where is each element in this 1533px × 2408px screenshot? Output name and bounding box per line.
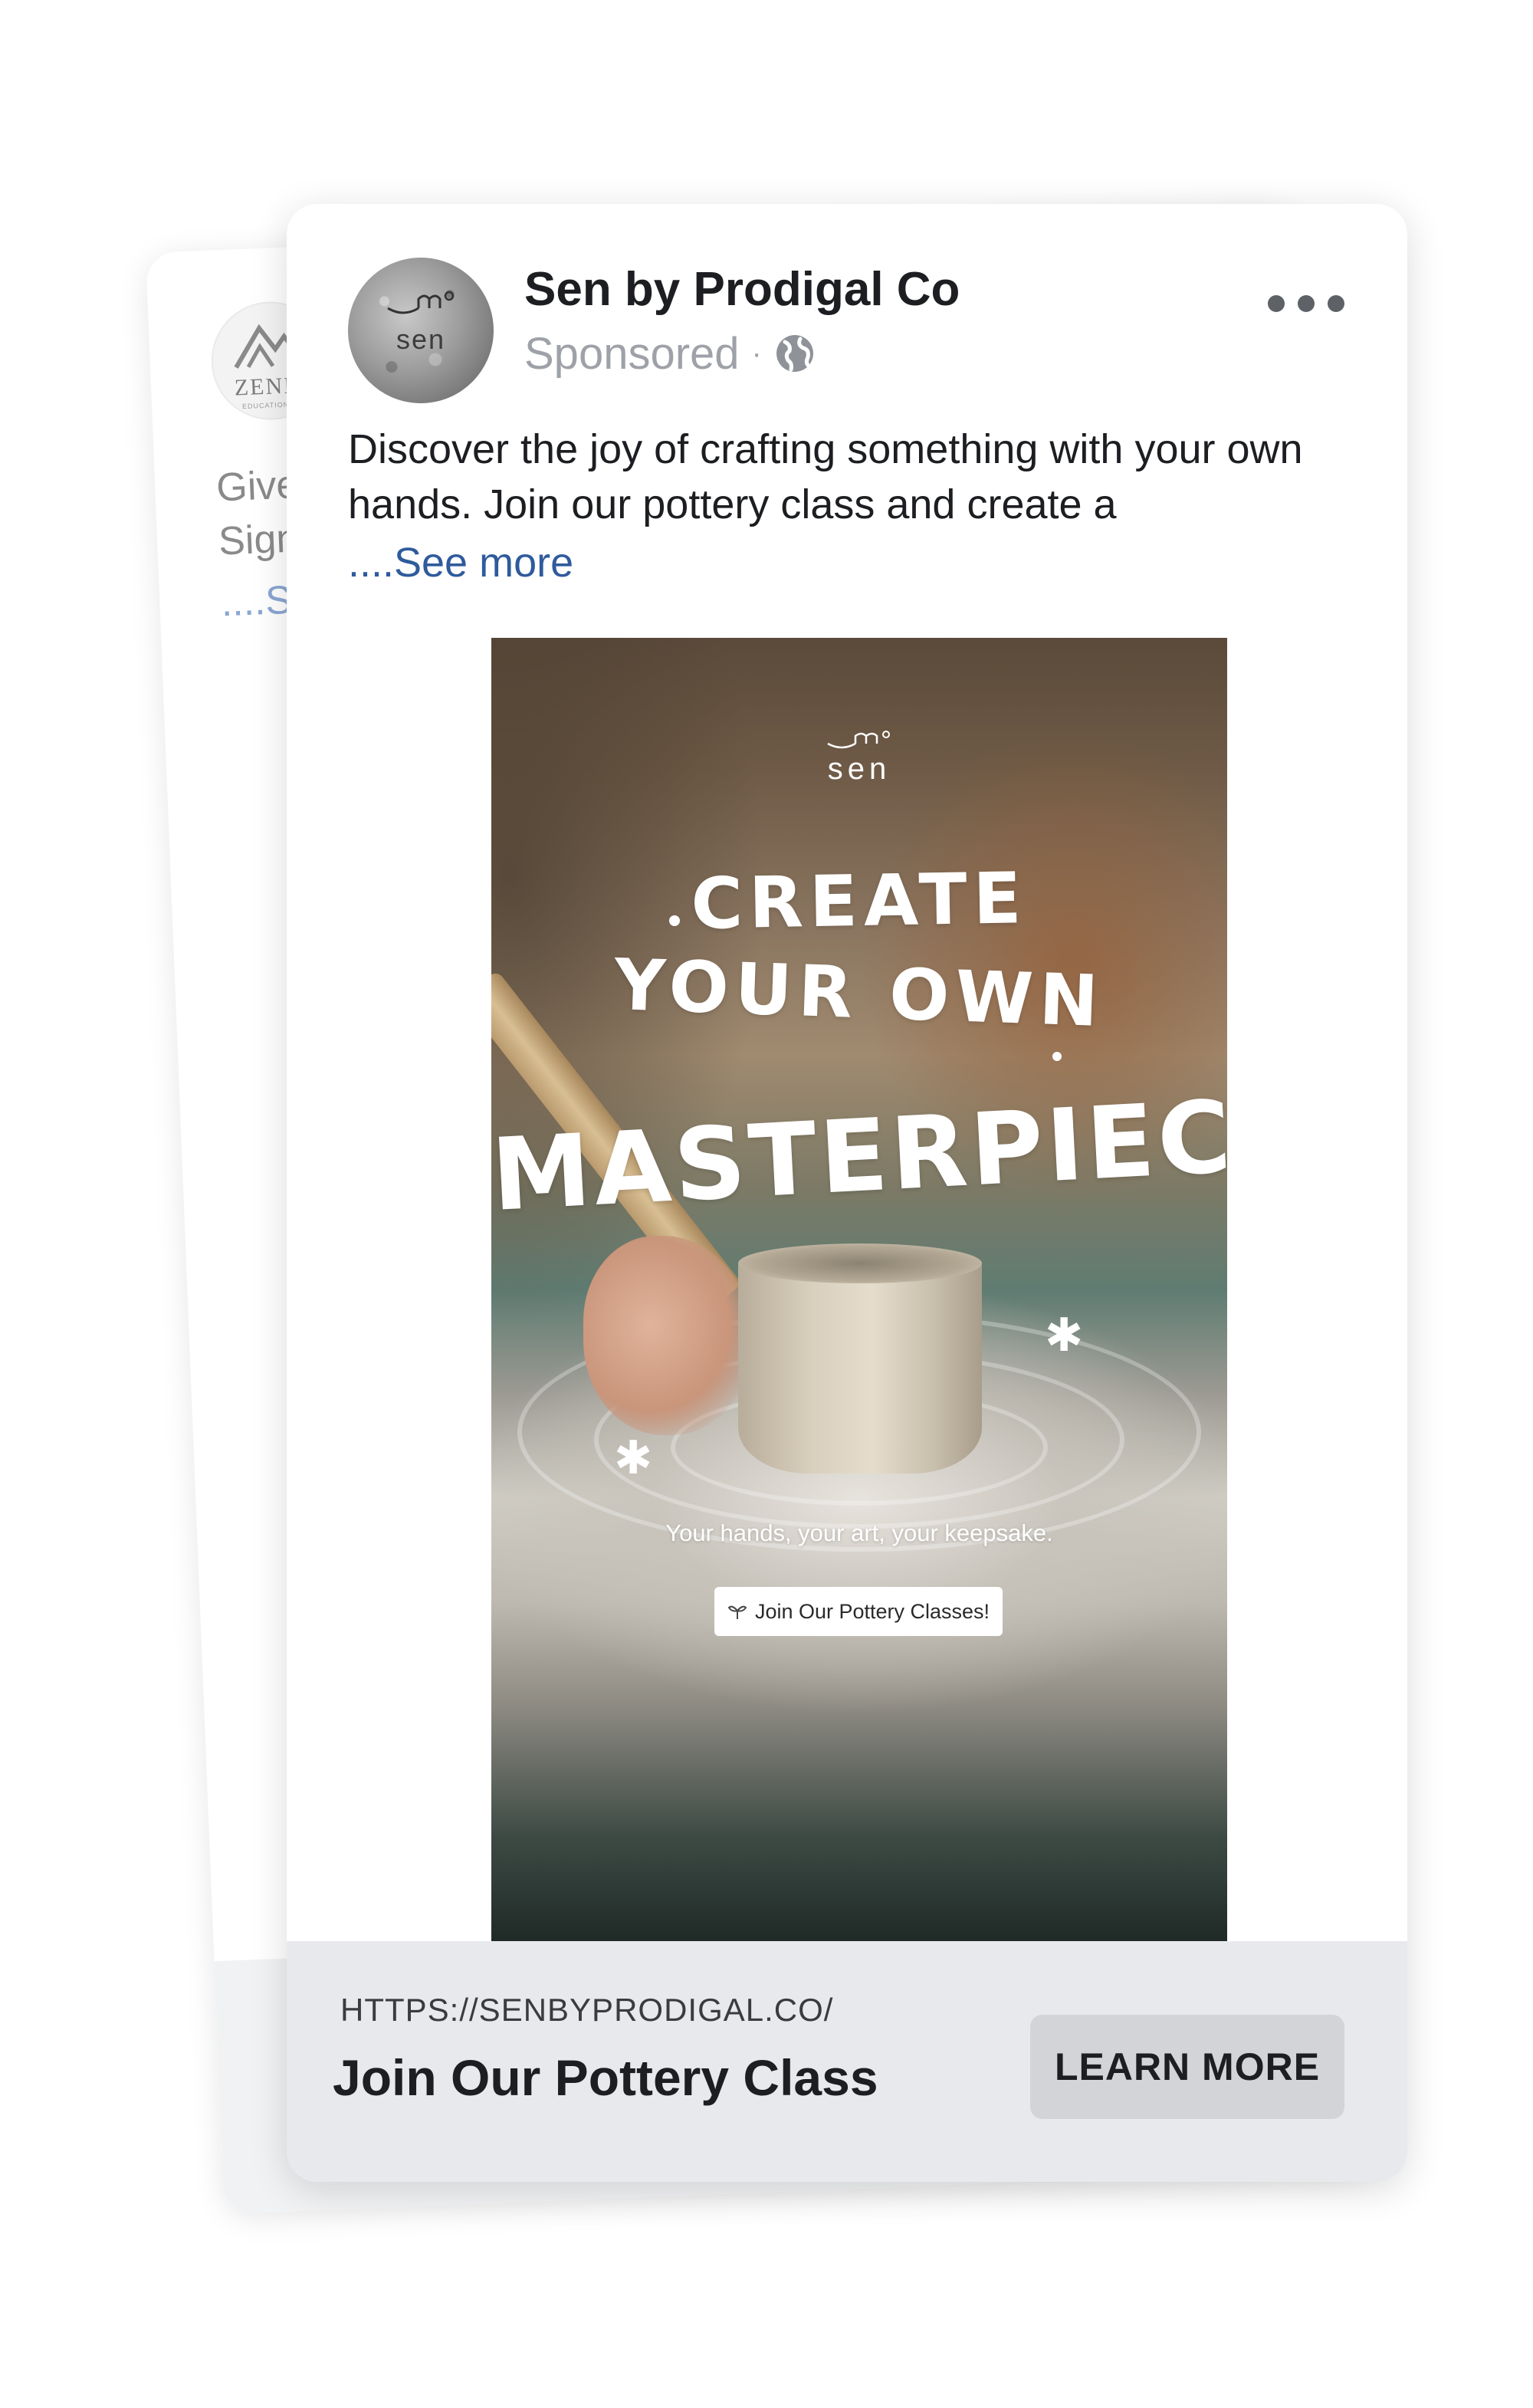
creative-logo: sen	[491, 730, 1227, 787]
sponsored-label[interactable]: Sponsored	[524, 328, 740, 379]
more-dots-icon	[1298, 295, 1315, 312]
clay-cup-rim	[738, 1243, 982, 1283]
sparkle-icon: ✱	[614, 1432, 653, 1483]
sprout-icon	[727, 1605, 747, 1619]
ad-creative-image[interactable]: sen CREATE YOUR OWN MASTERPIECE ✱ ✱ Your…	[491, 638, 1227, 1941]
creative-logo-word: sen	[827, 752, 891, 786]
more-options-button[interactable]	[1268, 284, 1344, 323]
ad-body-text: Discover the joy of crafting something w…	[348, 426, 1303, 527]
page-avatar[interactable]: sen	[348, 258, 494, 403]
link-url: HTTPS://SENBYPRODIGAL.CO/	[340, 1992, 834, 2028]
learn-more-button[interactable]: LEARN MORE	[1030, 2015, 1344, 2119]
sen-logo-icon	[387, 291, 455, 314]
creative-tagline: Your hands, your art, your keepsake.	[665, 1519, 1053, 1546]
globe-icon[interactable]	[774, 333, 816, 374]
avatar-brand-text: sen	[396, 324, 446, 355]
separator-dot: ·	[751, 336, 762, 370]
creative-join-button-label: Join Our Pottery Classes!	[754, 1599, 990, 1623]
ad-link-footer[interactable]: HTTPS://SENBYPRODIGAL.CO/ Join Our Potte…	[287, 1941, 1407, 2182]
decor-dot	[1052, 1052, 1062, 1061]
sponsored-row: Sponsored ·	[524, 327, 816, 380]
clay-cup	[738, 1243, 982, 1481]
headline-line-1: CREATE	[690, 857, 1029, 945]
creative-join-button[interactable]: Join Our Pottery Classes!	[714, 1587, 1003, 1636]
more-dots-icon	[1328, 295, 1344, 312]
sparkle-icon: ✱	[1045, 1309, 1084, 1361]
sen-logo-icon	[827, 731, 890, 749]
link-title: Join Our Pottery Class	[333, 2049, 878, 2106]
sponsored-ad-card: sen Sen by Prodigal Co Sponsored · Disco…	[287, 204, 1407, 2182]
page-name[interactable]: Sen by Prodigal Co	[524, 262, 960, 317]
clay-cup-body	[738, 1259, 982, 1473]
see-more-link[interactable]: ....See more	[348, 539, 573, 586]
decor-dot	[669, 915, 680, 926]
more-dots-icon	[1268, 295, 1285, 312]
